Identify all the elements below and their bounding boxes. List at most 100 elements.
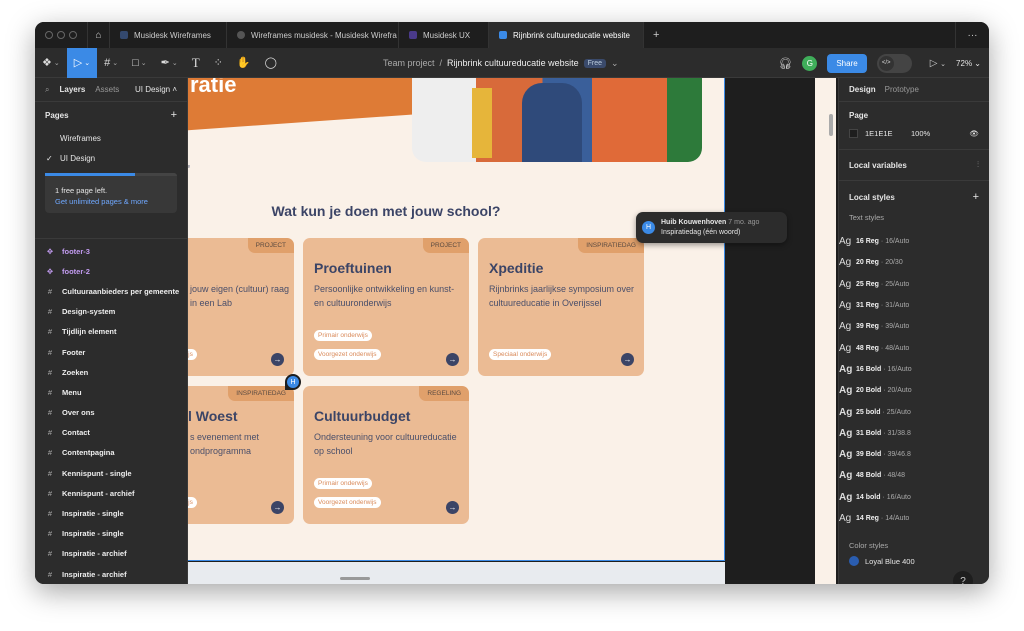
- layer-item[interactable]: # Inspiratie - archief: [35, 544, 188, 564]
- avatar[interactable]: G: [802, 55, 818, 71]
- page-color-swatch[interactable]: [849, 128, 858, 138]
- page-dropdown[interactable]: UI Design ˄: [135, 85, 177, 94]
- page-item-ui-design[interactable]: ✓ UI Design: [45, 148, 177, 168]
- hand-tool[interactable]: ✋: [230, 48, 258, 78]
- text-style-item[interactable]: Ag 16 Reg · 16/Auto: [829, 231, 989, 252]
- zoom-dropdown[interactable]: 72% ⌄: [956, 59, 981, 68]
- home-icon[interactable]: ⌂: [88, 22, 110, 48]
- text-tool[interactable]: T: [185, 48, 207, 78]
- file-icon: [120, 31, 128, 39]
- share-button[interactable]: Share: [827, 53, 867, 73]
- tab-musidesk-wireframes[interactable]: Musidesk Wireframes: [110, 22, 227, 48]
- text-style-item[interactable]: Ag 20 Reg · 20/30: [829, 252, 989, 273]
- text-style-item[interactable]: Ag 14 Reg · 14/Auto: [829, 508, 989, 529]
- layer-item[interactable]: # Contentpagina: [35, 443, 188, 463]
- move-tool[interactable]: ▷ ⌄: [66, 47, 98, 78]
- upgrade-link[interactable]: Get unlimited pages & more: [55, 196, 167, 207]
- resize-handle[interactable]: [340, 577, 370, 580]
- comment-preview[interactable]: H Huib Kouwenhoven 7 mo. ago Inspiratieda…: [636, 212, 787, 243]
- layer-item[interactable]: # Kennispunt - single: [35, 463, 188, 483]
- headphones-icon[interactable]: 🎧︎: [778, 57, 792, 70]
- pen-tool[interactable]: ✒ ⌄: [154, 48, 185, 78]
- text-style-item[interactable]: Ag 31 Reg · 31/Auto: [829, 295, 989, 316]
- more-icon[interactable]: ···: [955, 22, 989, 48]
- arrow-right-icon[interactable]: →: [271, 353, 284, 366]
- layer-item[interactable]: # Contact: [35, 423, 188, 443]
- present-button[interactable]: ▷ ⌄: [930, 58, 946, 69]
- layer-item[interactable]: # Menu: [35, 382, 188, 402]
- card[interactable]: PROJECT Proeftuinen Persoonlijke ontwikk…: [303, 238, 469, 376]
- audience-pill[interactable]: Voorgezet onderwijs: [314, 349, 381, 360]
- tab-layers[interactable]: Layers: [59, 85, 85, 94]
- tab-musidesk-ux[interactable]: Musidesk UX: [399, 22, 489, 48]
- layer-item[interactable]: # Cultuuraanbieders per gemeente: [35, 281, 188, 301]
- tab-rijnbrink[interactable]: Rijnbrink cultuureducatie website×: [489, 22, 644, 48]
- window-controls[interactable]: [35, 22, 88, 48]
- audience-pill[interactable]: Primair onderwijs: [314, 330, 372, 341]
- search-icon[interactable]: ⌕: [45, 85, 49, 95]
- file-name[interactable]: Rijnbrink cultuureducatie website: [447, 58, 579, 68]
- text-style-item[interactable]: Ag 14 bold · 16/Auto: [829, 487, 989, 508]
- chevron-down-icon[interactable]: ⌄: [611, 58, 619, 69]
- arrow-right-icon[interactable]: →: [446, 353, 459, 366]
- audience-pill[interactable]: wijs: [188, 349, 197, 360]
- help-button[interactable]: ?: [953, 571, 973, 584]
- layer-item[interactable]: ✥ footer-3: [35, 241, 188, 261]
- comment-marker[interactable]: H: [285, 374, 301, 390]
- page-opacity-value[interactable]: 100%: [911, 129, 930, 138]
- tab-design[interactable]: Design: [849, 85, 876, 94]
- variables-icon[interactable]: ⫶: [977, 160, 979, 170]
- text-style-item[interactable]: Ag 16 Bold · 16/Auto: [829, 359, 989, 380]
- layer-item[interactable]: # Zoeken: [35, 362, 188, 382]
- dev-mode-toggle[interactable]: </>: [876, 53, 912, 73]
- text-style-item[interactable]: Ag 48 Bold · 48/48: [829, 465, 989, 486]
- layer-item[interactable]: # Inspiratie - single: [35, 524, 188, 544]
- page-item-wireframes[interactable]: Wireframes: [45, 128, 177, 148]
- text-style-item[interactable]: Ag 25 Reg · 25/Auto: [829, 274, 989, 295]
- project-link[interactable]: Team project: [383, 58, 435, 68]
- resources-icon[interactable]: ⁘: [207, 48, 230, 78]
- card[interactable]: INSPIRATIEDAG l Woest s evenement met on…: [188, 386, 294, 524]
- layer-item[interactable]: # Inspiratie - single: [35, 503, 188, 523]
- layer-item[interactable]: ✥ footer-2: [35, 261, 188, 281]
- shape-tool[interactable]: □ ⌄: [125, 48, 154, 78]
- tab-wireframes-musidesk[interactable]: Wireframes musidesk - Musidesk Wirefra: [227, 22, 399, 48]
- layer-item[interactable]: # Inspiratie - archief: [35, 564, 188, 584]
- arrow-right-icon[interactable]: →: [621, 353, 634, 366]
- card[interactable]: REGELING Cultuurbudget Ondersteuning voo…: [303, 386, 469, 524]
- comment-tool[interactable]: ◯: [258, 48, 284, 78]
- frame-tool[interactable]: # ⌄: [97, 48, 125, 78]
- add-style-icon[interactable]: +: [973, 191, 979, 203]
- arrow-right-icon[interactable]: →: [271, 501, 284, 514]
- canvas[interactable]: ratie ie Wat kun je doen met jouw school…: [188, 78, 838, 584]
- layer-item[interactable]: # Design-system: [35, 302, 188, 322]
- audience-pill[interactable]: wijs: [188, 497, 197, 508]
- layer-item[interactable]: # Tijdlijn element: [35, 322, 188, 342]
- layer-item[interactable]: # Over ons: [35, 403, 188, 423]
- main-menu-button[interactable]: ❖ ⌄: [35, 48, 67, 78]
- card[interactable]: PROJECT jouw eigen (cultuur) raag in een…: [188, 238, 294, 376]
- local-variables[interactable]: Local variables: [849, 161, 907, 170]
- layer-item[interactable]: # Kennispunt - archief: [35, 483, 188, 503]
- text-style-item[interactable]: Ag 20 Bold · 20/Auto: [829, 380, 989, 401]
- card[interactable]: INSPIRATIEDAG Xpeditie Rijnbrinks jaarli…: [478, 238, 644, 376]
- eye-icon[interactable]: 👁︎: [969, 129, 979, 138]
- tab-prototype[interactable]: Prototype: [885, 85, 919, 94]
- text-style-item[interactable]: Ag 48 Reg · 48/Auto: [829, 337, 989, 358]
- text-style-item[interactable]: Ag 25 bold · 25/Auto: [829, 401, 989, 422]
- layer-item[interactable]: # Footer: [35, 342, 188, 362]
- add-page-icon[interactable]: +: [171, 109, 177, 121]
- text-style-item[interactable]: Ag 39 Reg · 39/Auto: [829, 316, 989, 337]
- ui-design-frame[interactable]: ratie ie Wat kun je doen met jouw school…: [188, 78, 725, 561]
- page-color-value[interactable]: 1E1E1E: [865, 129, 911, 138]
- color-style-item[interactable]: Loyal Blue 400: [839, 550, 989, 572]
- text-style-item[interactable]: Ag 31 Bold · 31/38.8: [829, 423, 989, 444]
- audience-pill[interactable]: Voorgezet onderwijs: [314, 497, 381, 508]
- scrollbar[interactable]: [829, 114, 833, 136]
- arrow-right-icon[interactable]: →: [446, 501, 459, 514]
- tab-assets[interactable]: Assets: [95, 85, 119, 94]
- new-tab-button[interactable]: +: [644, 29, 668, 41]
- audience-pill[interactable]: Primair onderwijs: [314, 478, 372, 489]
- audience-pill[interactable]: Speciaal onderwijs: [489, 349, 552, 360]
- text-style-item[interactable]: Ag 39 Bold · 39/46.8: [829, 444, 989, 465]
